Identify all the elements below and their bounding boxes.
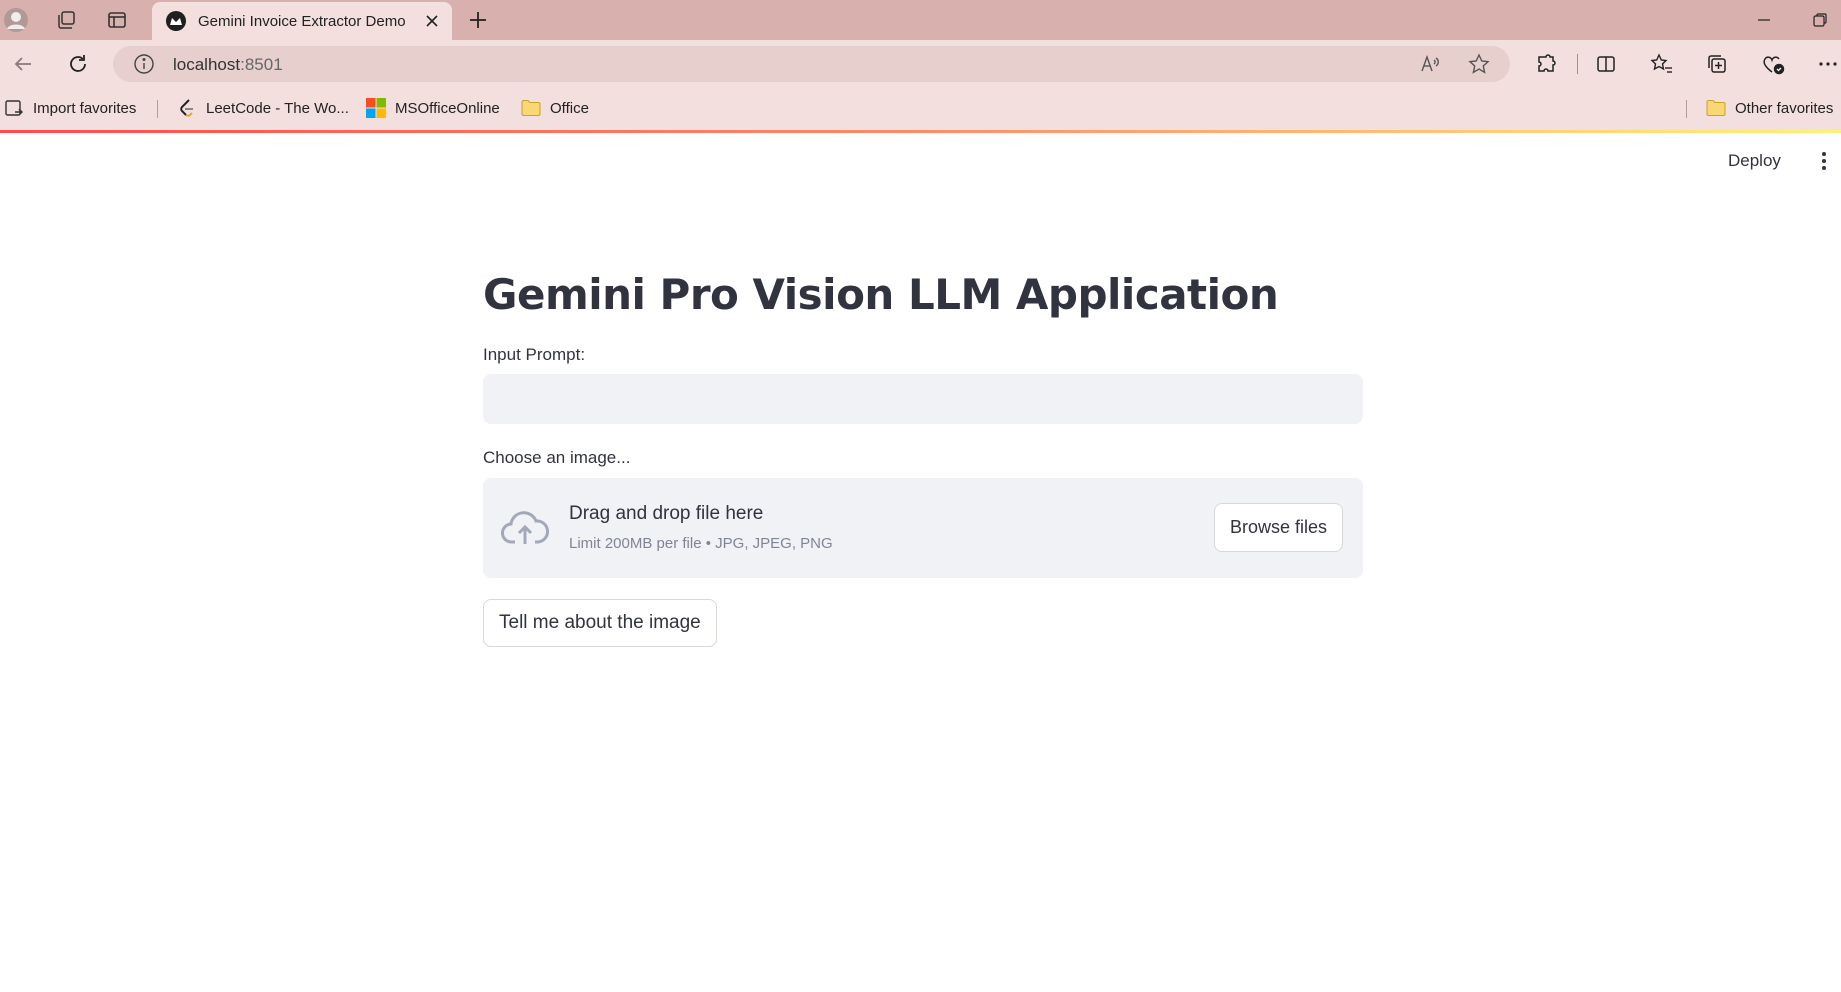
favorites-bar: Import favorites LeetCode - The Wo... MS… (0, 87, 1841, 130)
dropzone-limits: Limit 200MB per file • JPG, JPEG, PNG (569, 535, 833, 552)
streamlit-header-decoration (0, 130, 1841, 133)
tab-active[interactable]: Gemini Invoice Extractor Demo (152, 2, 452, 40)
close-tab-icon[interactable] (418, 7, 446, 35)
url-port: :8501 (240, 55, 283, 74)
workspaces-icon[interactable] (52, 6, 80, 34)
restore-icon[interactable] (1800, 6, 1840, 34)
new-tab-icon[interactable] (464, 6, 492, 34)
streamlit-favicon-icon (166, 11, 186, 31)
url-text[interactable]: localhost:8501 (173, 55, 283, 75)
folder-icon (521, 98, 541, 118)
vertical-tabs-icon[interactable] (103, 6, 131, 34)
favorite-label: LeetCode - The Wo... (206, 99, 349, 117)
favorite-import[interactable]: Import favorites (4, 96, 136, 120)
collections-icon[interactable] (1703, 50, 1731, 78)
deploy-button[interactable]: Deploy (1728, 148, 1781, 174)
dropzone-instructions: Drag and drop file here (569, 503, 764, 524)
main-content: Gemini Pro Vision LLM Application Input … (483, 260, 1363, 647)
favorite-label: Import favorites (33, 99, 137, 117)
input-prompt-label: Input Prompt: (483, 345, 586, 364)
profile-icon[interactable] (2, 6, 30, 34)
tab-title: Gemini Invoice Extractor Demo (198, 12, 406, 30)
read-aloud-icon[interactable] (1418, 52, 1442, 76)
file-uploader-label: Choose an image... (483, 448, 631, 467)
favorites-divider (157, 100, 158, 118)
import-icon (4, 98, 24, 118)
favorite-leetcode[interactable]: LeetCode - The Wo... (177, 96, 349, 120)
back-icon[interactable] (8, 49, 38, 79)
split-screen-icon[interactable] (1592, 50, 1620, 78)
favorites-list-icon[interactable] (1648, 50, 1676, 78)
browser-essentials-icon[interactable] (1759, 50, 1787, 78)
favorite-star-icon[interactable] (1467, 52, 1491, 76)
folder-icon (1706, 98, 1726, 118)
more-options-icon[interactable] (1814, 50, 1841, 78)
url-host: localhost (173, 55, 241, 74)
leetcode-icon (177, 98, 197, 118)
main-menu-icon[interactable] (1812, 148, 1836, 174)
toolbar-divider (1577, 54, 1578, 74)
file-dropzone[interactable]: Drag and drop file here Limit 200MB per … (483, 478, 1363, 578)
page-title: Gemini Pro Vision LLM Application (483, 270, 1279, 319)
microsoft-icon (366, 98, 386, 118)
other-favorites-folder[interactable]: Other favorites (1706, 96, 1833, 120)
omnibox[interactable]: localhost:8501 (113, 46, 1510, 82)
address-bar-row: localhost:8501 (0, 40, 1841, 87)
site-info-icon[interactable] (133, 53, 155, 75)
other-favorites-label: Other favorites (1735, 99, 1834, 117)
cloud-upload-icon (501, 511, 549, 544)
favorite-label: MSOfficeOnline (395, 99, 500, 117)
tab-bar: Gemini Invoice Extractor Demo (0, 0, 1841, 40)
tell-me-about-image-button[interactable]: Tell me about the image (483, 599, 717, 647)
favorite-msofficeonline[interactable]: MSOfficeOnline (366, 96, 500, 120)
input-prompt-field[interactable] (483, 374, 1363, 424)
minimize-icon[interactable] (1744, 6, 1784, 34)
favorite-label: Office (550, 99, 589, 117)
refresh-icon[interactable] (63, 49, 93, 79)
browse-files-button[interactable]: Browse files (1213, 503, 1343, 552)
favorite-office-folder[interactable]: Office (521, 96, 589, 120)
extensions-icon[interactable] (1532, 50, 1560, 78)
favorites-divider (1686, 100, 1687, 118)
